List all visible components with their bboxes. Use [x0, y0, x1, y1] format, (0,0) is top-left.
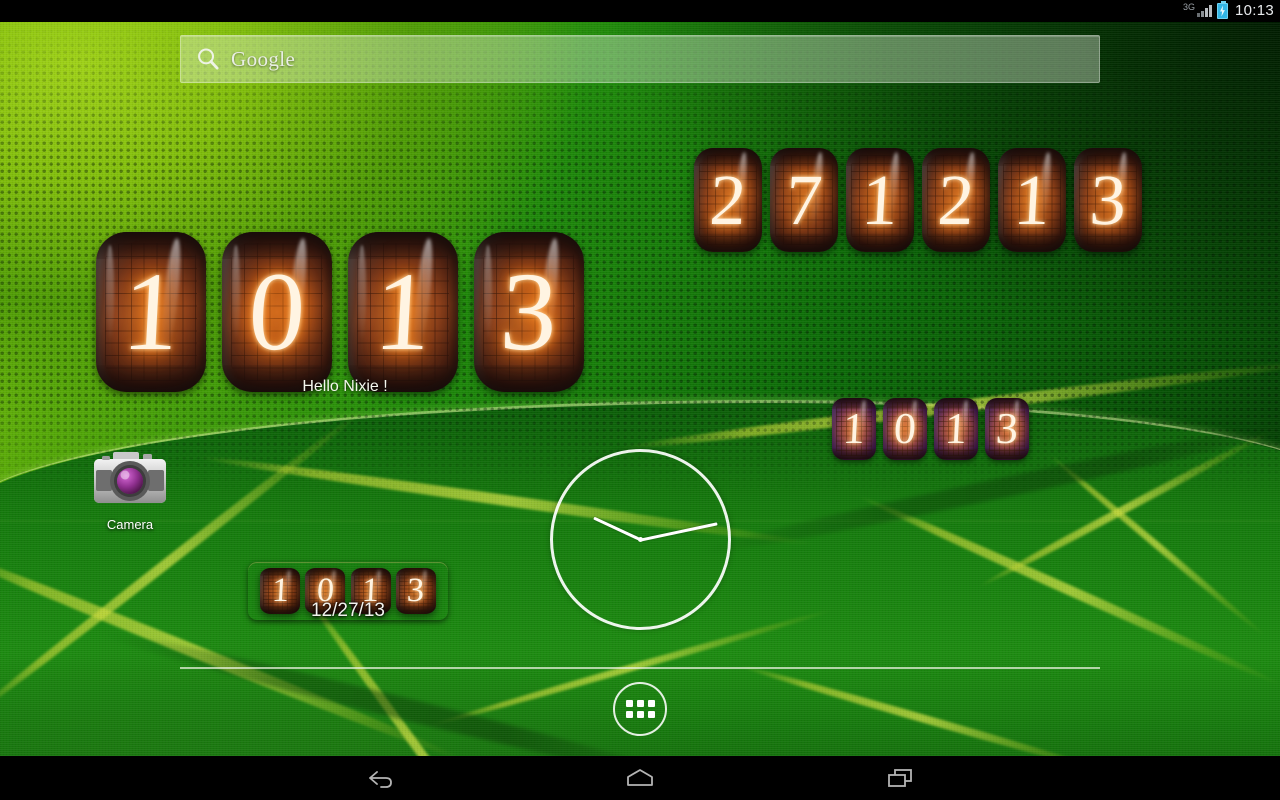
nixie-digit: 3	[497, 250, 561, 374]
nixie-tube: 1	[350, 568, 391, 614]
apps-grid-icon	[625, 700, 655, 718]
nixie-digit: 0	[245, 250, 309, 374]
network-type-label: 3G	[1182, 1, 1195, 12]
android-home-screen: Google 1 0 1 3 Hello Nixie ! 2 7 1 2 1 3…	[0, 0, 1280, 800]
search-icon	[198, 48, 219, 70]
nixie-tube: 7	[770, 148, 838, 252]
page-divider	[180, 667, 1100, 669]
nixie-digit: 1	[371, 250, 435, 374]
nixie-digit: 7	[783, 160, 825, 240]
nixie-digit: 2	[935, 160, 977, 240]
app-drawer-button[interactable]	[613, 682, 667, 736]
camera-icon	[94, 452, 166, 503]
nixie-tube: 3	[1074, 148, 1142, 252]
clock-center-hub	[638, 537, 643, 542]
nixie-tube: 1	[846, 148, 914, 252]
home-icon	[627, 769, 653, 786]
recents-icon	[888, 769, 912, 787]
widget-analog-clock[interactable]	[550, 449, 731, 630]
google-search-bar[interactable]: Google	[180, 35, 1100, 83]
nav-home-button[interactable]	[610, 756, 670, 800]
nixie-digit: 1	[270, 572, 290, 609]
nixie-tube: 0	[883, 398, 927, 460]
nixie-tube: 1	[96, 232, 206, 392]
clock-minute-hand	[640, 521, 718, 541]
app-label-camera: Camera	[106, 517, 154, 532]
tube-glint	[483, 244, 492, 341]
nixie-digit: 0	[315, 572, 335, 609]
status-bar-right-cluster: 3G 10:13	[1183, 0, 1274, 22]
widget-nixie-date[interactable]: 2 7 1 2 1 3	[694, 148, 1142, 252]
nixie-digit: 1	[841, 404, 867, 453]
nixie-digit: 0	[892, 404, 918, 453]
nixie-tube: 3	[985, 398, 1029, 460]
widget-nixie-clock-purple[interactable]: 1 0 1 3	[832, 398, 1029, 460]
nixie-digit: 1	[361, 572, 381, 609]
back-icon	[369, 771, 392, 788]
nixie-tube: 1	[832, 398, 876, 460]
navigation-bar	[0, 756, 1280, 800]
clock-hour-hand	[592, 516, 642, 541]
nixie-digit: 1	[859, 160, 901, 240]
status-bar: 3G 10:13	[0, 0, 1280, 22]
nixie-tube: 1	[348, 232, 458, 392]
nixie-digit: 3	[994, 404, 1020, 453]
widget-nixie-clock-large[interactable]: 1 0 1 3	[96, 232, 584, 392]
battery-charging-icon	[1216, 1, 1228, 19]
nixie-tube: 1	[260, 568, 301, 614]
tube-glint	[105, 244, 114, 341]
nixie-digit: 1	[943, 404, 969, 453]
tube-glint	[357, 244, 366, 341]
nixie-tube: 2	[922, 148, 990, 252]
nixie-digit: 3	[1087, 160, 1129, 240]
nixie-tube: 2	[694, 148, 762, 252]
nixie-digit: 1	[119, 250, 183, 374]
widget-nixie-clock-wood[interactable]: 1 0 1 3 12/27/13	[248, 562, 448, 621]
nixie-tube: 0	[222, 232, 332, 392]
nixie-tube: 0	[305, 568, 346, 614]
nixie-tube: 3	[395, 568, 436, 614]
nixie-tube: 1	[998, 148, 1066, 252]
nav-recents-button[interactable]	[870, 756, 930, 800]
app-shortcut-camera[interactable]: Camera	[86, 448, 174, 532]
signal-bars-icon	[1196, 5, 1212, 17]
nixie-digit: 3	[406, 572, 426, 609]
search-input[interactable]: Google	[231, 47, 295, 72]
nav-back-button[interactable]	[350, 756, 410, 800]
nixie-digit: 2	[707, 160, 749, 240]
tube-glint	[231, 244, 240, 341]
status-bar-clock: 10:13	[1234, 2, 1274, 19]
nixie-tube: 1	[934, 398, 978, 460]
nixie-tube: 3	[474, 232, 584, 392]
nixie-digit: 1	[1011, 160, 1053, 240]
